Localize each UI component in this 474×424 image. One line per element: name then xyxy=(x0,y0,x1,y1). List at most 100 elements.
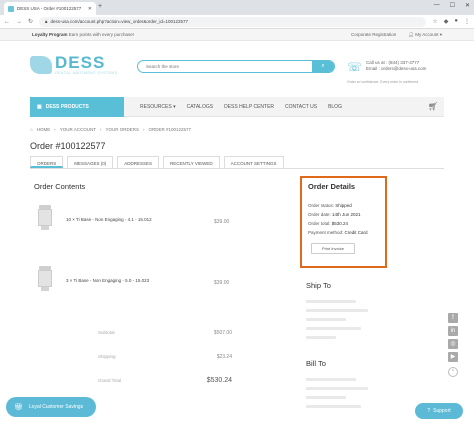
tab-orders[interactable]: ORDERS xyxy=(30,156,64,168)
product-name[interactable]: 3 × Ti Base - Non Engaging - 5.0 - 15.02… xyxy=(66,278,149,283)
browser-extensions: ☆ ◆ ● ⋮ xyxy=(432,18,470,25)
blurred-address-line xyxy=(306,300,356,303)
logo-word: DESS xyxy=(55,53,106,72)
shipping-label: Shipping xyxy=(98,354,116,359)
order-details-title: Order Details xyxy=(308,182,356,191)
blurred-address-line xyxy=(306,387,368,390)
logo[interactable]: DESS DENTAL ABUTMENT SYSTEMS xyxy=(30,53,118,75)
nav-item-resources[interactable]: RESOURCES ▾ xyxy=(140,104,176,110)
tab-messages[interactable]: MESSAGES (0) xyxy=(67,156,114,168)
blurred-address-line xyxy=(306,405,361,408)
breadcrumb: ⌂ HOME › YOUR ACCOUNT › YOUR ORDERS › ORDER… xyxy=(30,127,192,132)
loyalty-text: Earn points with every purchase! xyxy=(68,32,135,37)
back-icon[interactable]: ← xyxy=(4,19,10,25)
corporate-registration-link[interactable]: Corporate Registration xyxy=(351,32,396,38)
maximize-button[interactable]: ☐ xyxy=(450,2,455,9)
gift-icon: 🎁︎ xyxy=(14,404,23,411)
nav-item-help-center[interactable]: DESS HELP CENTER xyxy=(224,104,274,110)
url-text: dess-usa.com/account.php?action=view_ord… xyxy=(50,19,189,24)
top-strip: Loyalty Program Earn points with every p… xyxy=(0,29,474,41)
main-nav: ▦ DESS PRODUCTS RESOURCES ▾ CATALOGS DES… xyxy=(30,97,444,117)
product-price: $39.00 xyxy=(214,280,230,286)
tab-account-settings[interactable]: ACCOUNT SETTINGS xyxy=(223,156,284,168)
search-input[interactable] xyxy=(138,61,308,72)
order-date-row: Order date: 14th Jun 2021 xyxy=(308,210,379,219)
linkedin-icon[interactable]: in xyxy=(448,326,458,336)
facebook-icon[interactable]: f xyxy=(448,313,458,323)
search-button[interactable]: ⌕ xyxy=(312,61,334,72)
product-price: $39.00 xyxy=(214,219,230,225)
breadcrumb-orders[interactable]: YOUR ORDERS xyxy=(105,127,139,132)
reload-icon[interactable]: ↻ xyxy=(28,18,33,25)
minimize-button[interactable]: — xyxy=(434,2,440,9)
scroll-top-button[interactable]: ⌃ xyxy=(448,367,458,377)
contact-note: Order w/ confidence. Every order is conf… xyxy=(347,80,419,84)
order-contents-title: Order Contents xyxy=(34,182,86,191)
menu-icon[interactable]: ⋮ xyxy=(464,18,470,25)
close-tab-icon[interactable]: ✕ xyxy=(88,6,92,12)
headset-icon: ☏ xyxy=(347,60,363,74)
extension-icon[interactable]: ◆ xyxy=(444,18,449,25)
subtotal-row: Subtotal $507.00 xyxy=(98,330,236,336)
product-name[interactable]: 10 × Ti Base - Non Engaging - 4.1 - 15.0… xyxy=(66,217,152,222)
blurred-address-line xyxy=(306,309,368,312)
my-account-label: My Account xyxy=(415,32,439,37)
product-image[interactable] xyxy=(36,205,54,231)
payment-method-label: Payment method: xyxy=(308,230,344,235)
loyalty-banner[interactable]: Loyalty Program Earn points with every p… xyxy=(32,32,134,37)
star-icon[interactable]: ☆ xyxy=(432,18,437,25)
blurred-address-line xyxy=(306,396,346,399)
print-invoice-button[interactable]: Print Invoice xyxy=(311,243,355,254)
loyal-customer-savings-button[interactable]: 🎁︎ Loyal Customer Savings xyxy=(6,397,96,417)
my-account-link[interactable]: 👤︎ My Account ▾ xyxy=(408,32,442,38)
contact-info: ☏ Call us at : (844) 337-3777 Email : or… xyxy=(347,60,426,84)
browser-tab-title: DESS USA - Order #100122577 xyxy=(17,6,82,11)
cart-icon[interactable]: 🛒︎ xyxy=(428,102,438,111)
url-field[interactable]: 🔒︎ dess-usa.com/account.php?action=view_… xyxy=(39,16,427,27)
window-controls: — ☐ ✕ xyxy=(434,2,470,9)
close-window-button[interactable]: ✕ xyxy=(465,2,470,9)
order-date-value: 14th Jun 2021 xyxy=(332,212,361,217)
tab-addresses[interactable]: ADDRESSES xyxy=(117,156,160,168)
product-image[interactable] xyxy=(36,266,54,292)
browser-tab[interactable]: DESS USA - Order #100122577 ✕ xyxy=(4,2,96,15)
contact-email[interactable]: Email : orders@dess-usa.com xyxy=(366,66,426,72)
search-icon: ⌕ xyxy=(321,63,325,69)
new-tab-button[interactable]: + xyxy=(98,3,102,10)
home-icon: ⌂ xyxy=(30,127,33,132)
tab-recently-viewed[interactable]: RECENTLY VIEWED xyxy=(163,156,220,168)
social-links: f in ◎ ▶ ⌃ xyxy=(448,313,458,377)
help-icon: ? xyxy=(427,408,431,414)
nav-item-catalogs[interactable]: CATALOGS xyxy=(187,104,214,110)
bill-to-title: Bill To xyxy=(306,359,326,368)
breadcrumb-home[interactable]: HOME xyxy=(37,127,51,132)
order-total-label: Order total: xyxy=(308,221,331,226)
ship-to-title: Ship To xyxy=(306,281,331,290)
subtotal-value: $507.00 xyxy=(213,330,232,336)
order-status-label: Order status: xyxy=(308,203,335,208)
order-status-value: Shipped xyxy=(335,203,352,208)
products-icon: ▦ xyxy=(37,104,42,110)
youtube-icon[interactable]: ▶ xyxy=(448,352,458,362)
list-item: 10 × Ti Base - Non Engaging - 4.1 - 15.0… xyxy=(34,205,234,241)
support-button[interactable]: ? Support xyxy=(415,403,463,419)
grand-total-value: $530.24 xyxy=(206,377,232,384)
nav-item-resources-label: RESOURCES xyxy=(140,104,172,110)
products-menu-button[interactable]: ▦ DESS PRODUCTS xyxy=(30,97,124,117)
grand-total-label: Grand Total xyxy=(98,378,122,383)
forward-icon[interactable]: → xyxy=(16,19,22,25)
subtotal-label: Subtotal xyxy=(98,330,115,335)
breadcrumb-current: ORDER #100122577 xyxy=(148,127,192,132)
payment-method-row: Payment method: Credit Card xyxy=(308,228,379,237)
instagram-icon[interactable]: ◎ xyxy=(448,339,458,349)
blurred-address-line xyxy=(306,336,336,339)
loyalty-label: Loyalty Program xyxy=(32,32,68,37)
favicon-icon xyxy=(8,5,14,12)
breadcrumb-account[interactable]: YOUR ACCOUNT xyxy=(60,127,96,132)
blurred-address-line xyxy=(306,318,346,321)
profile-icon[interactable]: ● xyxy=(454,18,458,25)
search-bar: ⌕ xyxy=(137,60,335,73)
nav-item-contact[interactable]: CONTACT US xyxy=(285,104,317,110)
order-total-row: Order total: $530.24 xyxy=(308,219,379,228)
nav-item-blog[interactable]: BLOG xyxy=(328,104,342,110)
